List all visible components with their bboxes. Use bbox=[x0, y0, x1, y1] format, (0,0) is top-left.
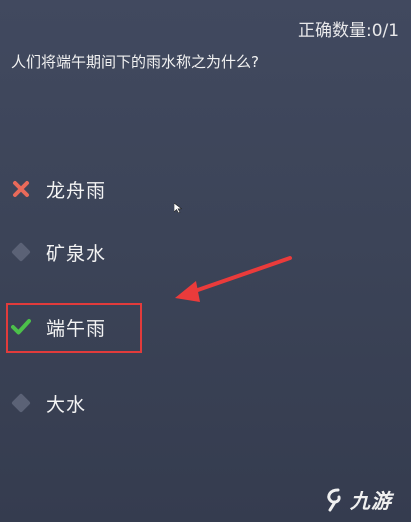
jiuyou-watermark: 九游 bbox=[324, 485, 392, 514]
answer-option-2-label: 矿泉水 bbox=[46, 242, 107, 265]
answer-option-4[interactable]: 大水 bbox=[10, 386, 160, 420]
highlight-box bbox=[6, 303, 142, 353]
answer-option-1[interactable]: 龙舟雨 bbox=[10, 172, 160, 206]
question-text: 人们将端午期间下的雨水称之为什么? bbox=[11, 53, 259, 71]
wrong-x-icon bbox=[10, 178, 32, 200]
answer-option-4-label: 大水 bbox=[46, 393, 87, 416]
answer-option-2[interactable]: 矿泉水 bbox=[10, 235, 160, 269]
diamond-marker-icon bbox=[10, 392, 32, 414]
mouse-cursor-icon bbox=[174, 203, 182, 213]
watermark-text: 九游 bbox=[350, 489, 392, 513]
jiuyou-logo-icon bbox=[327, 488, 341, 511]
correct-count-label: 正确数量:0/1 bbox=[298, 21, 400, 41]
answer-option-1-label: 龙舟雨 bbox=[46, 179, 107, 202]
diamond-marker-icon bbox=[10, 241, 32, 263]
